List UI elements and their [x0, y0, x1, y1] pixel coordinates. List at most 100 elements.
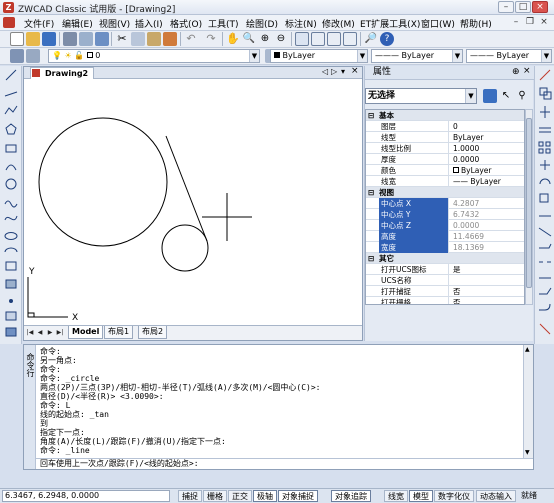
- tablet-toggle[interactable]: 数字化仪: [434, 490, 474, 502]
- quick-select-icon[interactable]: ⚲: [515, 89, 529, 103]
- ortho-toggle[interactable]: 正交: [228, 490, 252, 502]
- menu-view[interactable]: 视图(V): [99, 17, 130, 30]
- prop-row-ucs-name[interactable]: UCS名称: [366, 275, 524, 286]
- prop-row-color[interactable]: 颜色 ByLayer: [366, 165, 524, 176]
- select-objects-icon[interactable]: ↖: [499, 89, 513, 103]
- open-icon[interactable]: [26, 32, 40, 46]
- toggle-pickadd-icon[interactable]: [483, 89, 497, 103]
- snap-toggle[interactable]: 捕捉: [178, 490, 202, 502]
- menu-file[interactable]: 文件(F): [24, 17, 54, 30]
- prop-row-height[interactable]: 高度 11.4669: [366, 231, 524, 242]
- maximize-button[interactable]: □: [515, 1, 531, 13]
- drawing-canvas[interactable]: Y X: [24, 79, 362, 324]
- tab-scroll-left-icon[interactable]: ◁: [322, 67, 328, 76]
- prop-row-width[interactable]: 宽度 18.1369: [366, 242, 524, 253]
- redo-icon[interactable]: ↷: [204, 32, 218, 46]
- prev-tab-icon[interactable]: ◀: [36, 328, 44, 337]
- lineweight-toggle[interactable]: 线宽: [384, 490, 408, 502]
- grid-toggle[interactable]: 栅格: [203, 490, 227, 502]
- sheet-set-icon[interactable]: [343, 32, 357, 46]
- palette-close-icon[interactable]: ×: [523, 65, 531, 78]
- minimize-button[interactable]: –: [498, 1, 514, 13]
- layer-state-icon[interactable]: [26, 49, 40, 63]
- chevron-down-icon[interactable]: ▼: [357, 50, 367, 62]
- menu-tools[interactable]: 工具(T): [208, 17, 239, 30]
- first-tab-icon[interactable]: |◀: [26, 328, 34, 337]
- design-center-icon[interactable]: [311, 32, 325, 46]
- chevron-down-icon[interactable]: ▼: [465, 89, 476, 103]
- scroll-down-icon[interactable]: ▼: [525, 449, 530, 456]
- prop-row-layer[interactable]: 图层 0: [366, 121, 524, 132]
- tool-palettes-icon[interactable]: [327, 32, 341, 46]
- prop-row-thickness[interactable]: 厚度 0.0000: [366, 154, 524, 165]
- prop-row-linetype-scale[interactable]: 线型比例 1.0000: [366, 143, 524, 154]
- last-tab-icon[interactable]: ▶|: [56, 328, 64, 337]
- tab-layout1[interactable]: 布局1: [104, 326, 134, 339]
- new-icon[interactable]: [10, 32, 24, 46]
- publish-icon[interactable]: [95, 32, 109, 46]
- menu-insert[interactable]: 插入(I): [135, 17, 163, 30]
- match-properties-icon[interactable]: [163, 32, 177, 46]
- command-scrollbar[interactable]: ▲ ▼: [523, 345, 533, 458]
- print-preview-icon[interactable]: [79, 32, 93, 46]
- menu-et-tools[interactable]: ET扩展工具(X): [360, 17, 420, 30]
- color-combo[interactable]: ByLayer ▼: [270, 49, 368, 63]
- mdi-minimize-button[interactable]: –: [510, 16, 522, 28]
- menu-edit[interactable]: 编辑(E): [62, 17, 93, 30]
- menu-window[interactable]: 窗口(W): [421, 17, 455, 30]
- menu-modify[interactable]: 修改(M): [322, 17, 355, 30]
- menu-draw[interactable]: 绘图(D): [246, 17, 278, 30]
- document-icon[interactable]: [3, 17, 15, 28]
- selection-combo[interactable]: 无选择 ▼: [365, 88, 477, 104]
- menu-help[interactable]: 帮助(H): [460, 17, 492, 30]
- next-tab-icon[interactable]: ▶: [46, 328, 54, 337]
- copy-icon[interactable]: [131, 32, 145, 46]
- property-scrollbar[interactable]: [525, 109, 533, 305]
- tab-close-icon[interactable]: ×: [351, 66, 359, 76]
- close-button[interactable]: ×: [532, 1, 548, 13]
- lineweight-combo[interactable]: ——— ByLayer ▼: [466, 49, 552, 63]
- otrack-toggle[interactable]: 对象追踪: [331, 490, 371, 502]
- prop-row-lineweight[interactable]: 线宽 —— ByLayer: [366, 176, 524, 187]
- scroll-up-icon[interactable]: ▲: [525, 346, 530, 353]
- prop-row-linetype[interactable]: 线型 ByLayer: [366, 132, 524, 143]
- undo-icon[interactable]: ↶: [184, 32, 198, 46]
- menu-format[interactable]: 格式(O): [170, 17, 202, 30]
- tab-model[interactable]: Model: [68, 326, 104, 339]
- prop-row-center-y[interactable]: 中心点 Y 6.7432: [366, 209, 524, 220]
- pin-icon[interactable]: ⊕: [512, 66, 520, 79]
- command-input[interactable]: 回车使用上一次点/跟踪(F)/<线的起始点>:: [36, 458, 533, 469]
- zoom-previous-icon[interactable]: ⊖: [274, 32, 288, 46]
- chevron-down-icon[interactable]: ▼: [452, 50, 462, 62]
- category-other[interactable]: ⊟ 其它: [366, 253, 524, 264]
- prop-row-ucs-icon-on[interactable]: 打开UCS图标是: [366, 264, 524, 275]
- zoom-window-icon[interactable]: ⊕: [258, 32, 272, 46]
- pan-icon[interactable]: ✋: [226, 32, 240, 46]
- help-icon[interactable]: ?: [380, 32, 394, 46]
- mdi-restore-button[interactable]: ❐: [524, 16, 536, 28]
- osnap-toggle[interactable]: 对象捕捉: [278, 490, 318, 502]
- paste-icon[interactable]: [147, 32, 161, 46]
- chevron-down-icon[interactable]: ▼: [249, 50, 259, 62]
- prop-row-grid-on[interactable]: 打开栅格否: [366, 297, 524, 304]
- category-view[interactable]: ⊟ 视图: [366, 187, 524, 198]
- mdi-close-button[interactable]: ×: [538, 16, 550, 28]
- menu-dimension[interactable]: 标注(N): [285, 17, 317, 30]
- prop-row-center-z[interactable]: 中心点 Z 0.0000: [366, 220, 524, 231]
- coordinate-readout[interactable]: 6.3467, 6.2948, 0.0000: [2, 490, 170, 502]
- polar-toggle[interactable]: 极轴: [253, 490, 277, 502]
- tab-layout2[interactable]: 布局2: [138, 326, 168, 339]
- layer-combo[interactable]: 💡 ☀ 🔓 0 ▼: [48, 49, 260, 63]
- save-icon[interactable]: [42, 32, 56, 46]
- dynamic-input-toggle[interactable]: 动态输入: [476, 490, 516, 502]
- cut-icon[interactable]: ✂: [115, 32, 129, 46]
- magnifier-icon[interactable]: 🔎: [364, 32, 378, 46]
- prop-row-snap-on[interactable]: 打开捕捉否: [366, 286, 524, 297]
- tab-scroll-right-icon[interactable]: ▷: [331, 67, 337, 76]
- prop-row-center-x[interactable]: 中心点 X 4.2807: [366, 198, 524, 209]
- linetype-combo[interactable]: ——— ByLayer ▼: [371, 49, 463, 63]
- zoom-realtime-icon[interactable]: 🔍: [242, 32, 256, 46]
- model-toggle[interactable]: 模型: [409, 490, 433, 502]
- chevron-down-icon[interactable]: ▼: [541, 50, 551, 62]
- scrollbar-thumb[interactable]: [526, 118, 532, 288]
